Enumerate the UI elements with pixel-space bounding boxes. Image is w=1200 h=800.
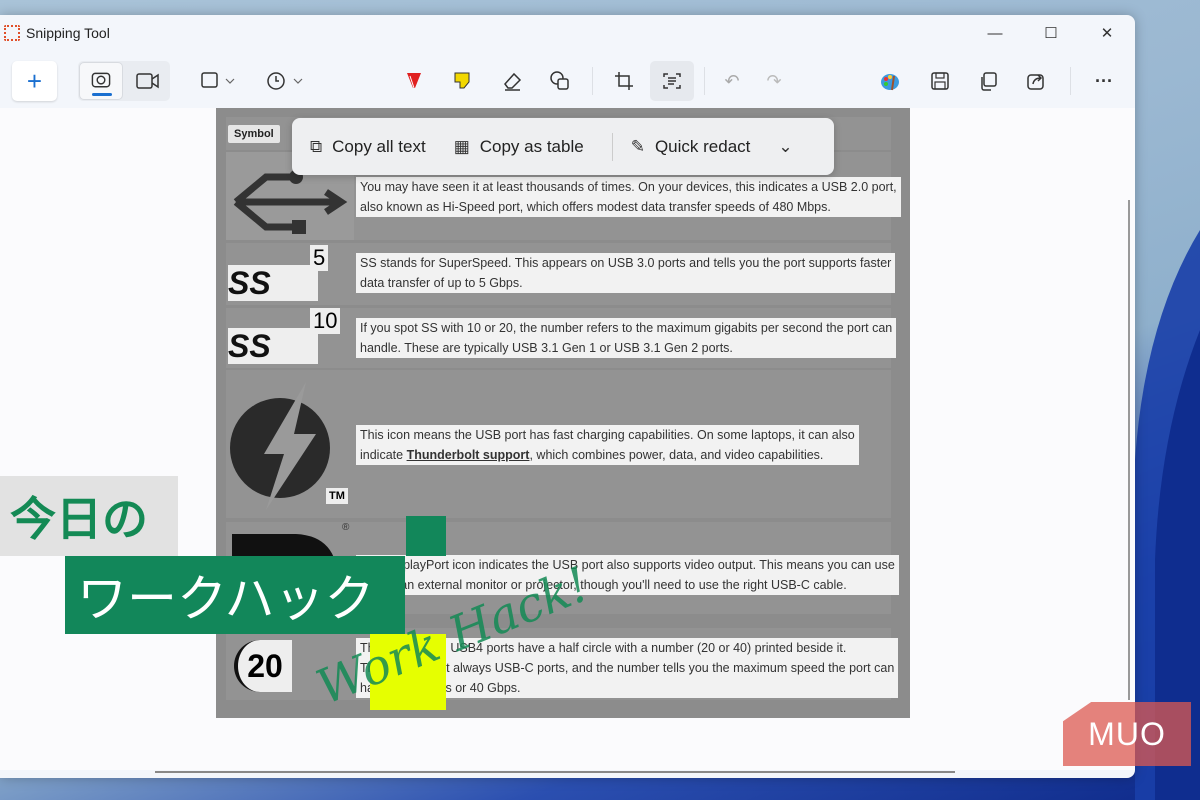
wallpaper-swirl: [1135, 230, 1200, 800]
superspeed-10-symbol: SS 10: [226, 308, 354, 368]
copy-all-text-button[interactable]: ⧉ Copy all text: [310, 137, 426, 157]
text-actions-button[interactable]: [650, 61, 694, 101]
trademark-badge: TM: [326, 488, 348, 504]
paint-palette-icon: [881, 74, 899, 91]
undo-icon: ↶: [724, 70, 740, 91]
shapes-button[interactable]: [542, 61, 578, 101]
divider: [704, 67, 705, 95]
delay-timer-dropdown[interactable]: [264, 61, 308, 101]
video-camera-icon: [136, 73, 159, 89]
quick-redact-button[interactable]: ✎ Quick redact: [631, 137, 751, 157]
registered-mark: ®: [342, 522, 350, 533]
copy-as-table-button[interactable]: ▦ Copy as table: [454, 137, 584, 157]
fast-charging-symbol: TM: [226, 370, 354, 518]
share-icon: [1027, 74, 1044, 90]
horizontal-scrollbar[interactable]: [155, 771, 955, 773]
text-actions-bar: ⧉ Copy all text ▦ Copy as table ✎ Quick red…: [292, 118, 834, 175]
rectangle-snip-icon: [201, 72, 235, 88]
ss-logo: SS: [228, 328, 318, 364]
divider: [1070, 67, 1071, 95]
copy-icon: [981, 72, 997, 91]
app-icon: [4, 25, 20, 41]
speed-badge: 10: [310, 308, 341, 334]
yellow-highlighter-icon: [454, 72, 470, 89]
copy-button[interactable]: [970, 61, 1006, 101]
eraser-button[interactable]: [494, 61, 530, 101]
new-snip-button[interactable]: +: [12, 61, 57, 101]
row-text: The DisplayPort icon indicates the USB p…: [356, 555, 899, 595]
superspeed-symbol: SS 5: [226, 243, 354, 305]
divider: [611, 132, 613, 161]
redo-icon: ↷: [766, 70, 782, 91]
crop-button[interactable]: [606, 61, 642, 101]
row-text: You may have seen it at least thousands …: [356, 177, 901, 217]
crop-icon: [615, 72, 633, 90]
divider: [592, 67, 593, 95]
capture-mode-toggle: [78, 61, 170, 101]
close-button[interactable]: ✕: [1079, 15, 1135, 51]
redo-button[interactable]: ↷: [756, 61, 792, 101]
clock-icon: [267, 72, 303, 90]
shapes-icon: [550, 71, 569, 90]
redact-icon: ✎: [630, 136, 645, 156]
speed-badge: 5: [310, 245, 329, 271]
ballpoint-pen-button[interactable]: [396, 61, 432, 101]
row-text: SS stands for SuperSpeed. This appears o…: [356, 253, 896, 293]
active-indicator: [92, 93, 112, 96]
maximize-button[interactable]: ☐: [1023, 15, 1079, 51]
thunderbolt-link[interactable]: Thunderbolt support: [407, 448, 530, 462]
row-text: This icon means the USB port has fast ch…: [356, 425, 859, 465]
window-title: Snipping Tool: [26, 25, 110, 41]
paint-button[interactable]: [872, 61, 908, 101]
more-options-button[interactable]: ···: [1084, 61, 1124, 101]
symbol-header: Symbol: [228, 125, 280, 143]
label: Copy as table: [479, 136, 584, 156]
overlay-title-top: 今日の: [0, 476, 178, 556]
toolbar: + ↶ ↷ ···: [0, 55, 1135, 107]
red-pen-icon: [407, 73, 421, 89]
overlay-title-bottom: ワークハック: [65, 556, 405, 634]
canvas-area: Symbol You may have seen it at least tho…: [0, 108, 1135, 770]
text-actions-icon: [663, 73, 681, 89]
undo-button[interactable]: ↶: [714, 61, 750, 101]
usb4-20-logo: 20: [234, 640, 292, 692]
chevron-down-icon: ⌄: [778, 136, 793, 156]
muo-logo: MUO: [1063, 702, 1191, 766]
save-button[interactable]: [922, 61, 958, 101]
video-mode-button[interactable]: [126, 61, 170, 101]
table-icon: ▦: [453, 136, 470, 156]
copy-icon: ⧉: [310, 136, 323, 156]
decorative-green-square: [406, 516, 446, 556]
label: Copy all text: [332, 136, 426, 156]
screenshot-mode-button[interactable]: [79, 62, 123, 100]
redact-options-dropdown[interactable]: ⌄: [778, 137, 792, 157]
vertical-scrollbar[interactable]: [1128, 200, 1130, 700]
save-icon: [931, 72, 949, 90]
share-button[interactable]: [1018, 61, 1054, 101]
title-bar: Snipping Tool — ☐ ✕: [0, 15, 1135, 51]
eraser-icon: [504, 72, 522, 91]
snip-shape-dropdown[interactable]: [198, 61, 242, 101]
ss-logo: SS: [228, 265, 318, 301]
row-text: If you spot SS with 10 or 20, the number…: [356, 318, 897, 358]
highlighter-button[interactable]: [444, 61, 480, 101]
label: Quick redact: [654, 136, 751, 156]
minimize-button[interactable]: —: [967, 15, 1023, 51]
